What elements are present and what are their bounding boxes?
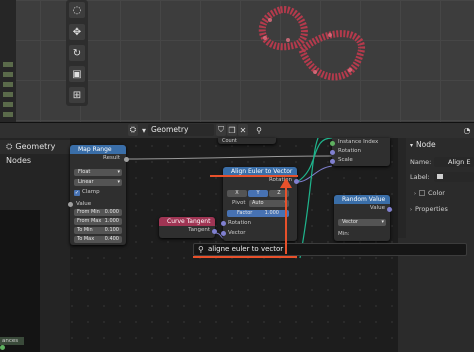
random-type-select[interactable]: Vector ▾ <box>338 219 386 226</box>
clamp-label: Clamp <box>82 189 100 195</box>
curve-tangent-output: Tangent <box>188 227 210 233</box>
left-subpanel <box>0 210 40 352</box>
chevron-right-icon: › <box>410 207 412 213</box>
left-bottom-label: ances <box>0 337 24 345</box>
scene-geometry <box>258 6 366 81</box>
color-row[interactable]: › Color <box>414 189 445 197</box>
min-label: Min: <box>338 231 350 237</box>
input-socket[interactable] <box>221 231 226 236</box>
rotation-input-label: Rotation <box>228 220 252 226</box>
search-icon: ⚲ <box>198 245 204 254</box>
color-label: Color <box>428 189 445 197</box>
curve-tangent-title: Curve Tangent <box>159 217 215 226</box>
input-socket[interactable] <box>330 141 335 146</box>
close-icon[interactable]: ✕ <box>238 124 248 136</box>
output-socket[interactable] <box>294 179 299 184</box>
strip-tile <box>3 92 13 97</box>
input-socket[interactable] <box>330 150 335 155</box>
input-socket[interactable] <box>221 221 226 226</box>
strip-tile <box>3 112 13 117</box>
select-tool-icon[interactable]: ◌ <box>69 2 85 18</box>
from-max-field[interactable]: From Max 1.000 <box>74 218 122 225</box>
map-range-output: Result <box>103 155 120 161</box>
pin-icon[interactable]: ⚲ <box>254 124 264 136</box>
clamp-checkbox[interactable]: ✓ <box>74 190 80 196</box>
node-tree-name[interactable]: Geometry Nodes <box>148 124 214 146</box>
to-min-field[interactable]: To Min 0.100 <box>74 227 122 234</box>
overlay-icon[interactable]: ◔ <box>462 124 472 136</box>
annotation-underline <box>193 256 297 258</box>
axis-y-button[interactable]: Y <box>248 190 268 197</box>
rotate-tool-icon[interactable]: ↻ <box>69 45 85 61</box>
chevron-down-icon[interactable]: ▾ <box>140 124 148 136</box>
curve-tangent-node[interactable]: Curve Tangent Tangent <box>159 217 217 238</box>
duplicate-icon[interactable]: ❐ <box>227 124 237 136</box>
axis-x-button[interactable]: X <box>227 190 247 197</box>
pivot-label: Pivot <box>232 200 246 206</box>
node-search-bar[interactable]: ⚲ aligne euler to vector <box>193 243 467 256</box>
annotation-arrow <box>280 178 292 254</box>
scale-label: Scale <box>338 157 353 163</box>
search-input[interactable]: aligne euler to vector <box>208 245 283 253</box>
name-label: Name: <box>410 158 432 166</box>
scale-tool-icon[interactable]: ▣ <box>69 66 85 82</box>
output-socket[interactable] <box>387 207 392 212</box>
random-value-node[interactable]: Random Value Value Vector ▾ Min: <box>334 195 392 241</box>
strip-tile <box>3 82 13 87</box>
node-section-header[interactable]: ▾ Node <box>410 140 436 149</box>
transform-tool-icon[interactable]: ⊞ <box>69 87 85 103</box>
map-range-title: Map Range <box>70 145 126 154</box>
shield-icon[interactable]: ⛉ <box>216 124 226 136</box>
random-value-title: Random Value <box>334 195 390 204</box>
strip-tile <box>3 102 13 107</box>
properties-row[interactable]: › Properties <box>410 205 448 213</box>
count-label: Count <box>222 138 237 144</box>
from-min-field[interactable]: From Min 0.000 <box>74 209 122 216</box>
color-checkbox[interactable] <box>419 190 425 196</box>
instance-node[interactable]: Instance Index Rotation Scale <box>330 138 390 166</box>
instance-index-label: Instance Index <box>338 139 379 145</box>
node-tree-icon: ⛭ <box>6 142 13 151</box>
interpolation-select[interactable]: Linear ▾ <box>74 179 122 186</box>
data-type-select[interactable]: Float ▾ <box>74 169 122 176</box>
input-socket[interactable] <box>68 202 73 207</box>
strip-tile <box>3 72 13 77</box>
output-socket[interactable] <box>212 229 217 234</box>
label-label: Label: <box>410 173 430 181</box>
node-section-label: Node <box>416 140 436 149</box>
label-field[interactable] <box>434 172 474 182</box>
strip-tile <box>3 62 13 67</box>
left-panel-title: ⛭ Geometry Nodes <box>0 140 70 165</box>
vector-input-label: Vector <box>228 230 246 236</box>
node-tree-icon[interactable]: ⛭ <box>128 124 138 136</box>
to-max-field[interactable]: To Max 0.400 <box>74 236 122 243</box>
input-socket[interactable] <box>330 159 335 164</box>
move-tool-icon[interactable]: ✥ <box>69 24 85 40</box>
properties-label: Properties <box>415 205 448 213</box>
sidebar-tabs[interactable] <box>398 138 406 238</box>
label-icon <box>437 174 443 179</box>
node-editor-header <box>0 122 474 138</box>
chevron-right-icon: › <box>414 191 416 197</box>
chevron-down-icon: ▾ <box>410 142 414 149</box>
rotation-label: Rotation <box>338 148 362 154</box>
name-field[interactable]: Align E <box>434 157 474 167</box>
output-socket[interactable] <box>124 157 129 162</box>
value-label: Value <box>76 201 92 207</box>
random-value-output: Value <box>369 205 385 211</box>
socket[interactable] <box>0 345 5 350</box>
count-node[interactable]: Count <box>218 138 276 144</box>
